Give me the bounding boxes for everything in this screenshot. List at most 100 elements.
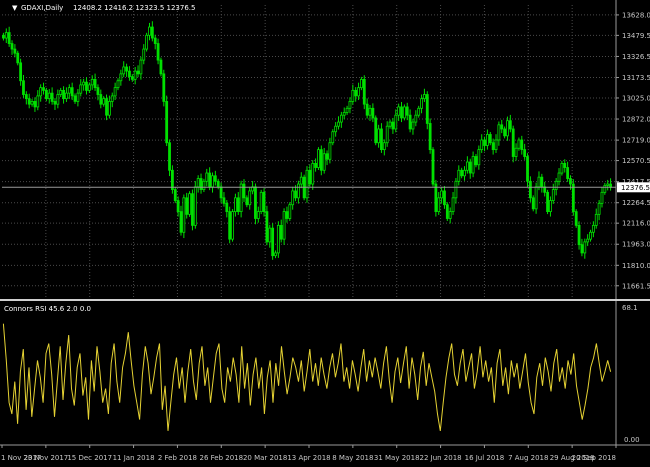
candle-body — [437, 197, 441, 213]
candle-body — [557, 172, 561, 182]
candle — [365, 98, 369, 119]
candle — [85, 77, 88, 95]
candle-body — [325, 153, 329, 160]
candle-body — [153, 37, 157, 44]
candle-body — [311, 162, 315, 185]
price-tick-label: 13025.0 — [622, 94, 650, 102]
candle-body — [27, 98, 31, 105]
candle-body — [170, 169, 174, 190]
candle-body — [271, 227, 275, 257]
candle-body — [128, 70, 131, 78]
candle — [423, 88, 426, 102]
candle-body — [514, 147, 518, 157]
candle — [402, 104, 406, 121]
candle-body — [589, 231, 592, 240]
candle — [554, 177, 558, 196]
candle-body — [213, 175, 217, 182]
candle-body — [24, 94, 28, 100]
candle-body — [73, 95, 77, 102]
candle — [457, 165, 461, 186]
candle-body — [291, 190, 295, 206]
candle — [577, 221, 581, 250]
candle — [76, 89, 80, 107]
candle — [93, 73, 97, 91]
candle — [583, 238, 587, 259]
candle-body — [156, 43, 160, 61]
candle-body — [488, 134, 492, 144]
candle — [477, 145, 481, 170]
x-axis: 1 Nov 201723 Nov 2017 15 Dec 2017 11 Jan 2… — [0, 444, 650, 462]
candle — [62, 86, 65, 104]
candle — [305, 166, 309, 203]
price-tick-label: 12570.5 — [622, 157, 650, 165]
candle — [377, 124, 380, 148]
rsi-pane: 68.1 0.00 — [2, 304, 640, 444]
candle — [491, 138, 495, 155]
candle — [334, 122, 338, 137]
time-tick-label: 13 Apr 2018 — [287, 454, 330, 462]
candle-body — [79, 84, 83, 94]
candle — [474, 154, 478, 168]
candle-body — [394, 114, 398, 130]
candle-body — [569, 178, 572, 185]
candle — [150, 21, 154, 42]
candle-body — [139, 59, 143, 75]
candle-body — [145, 34, 149, 50]
candle-body — [549, 200, 552, 213]
candle-body — [371, 107, 375, 119]
candle — [19, 58, 23, 86]
candle-body — [67, 87, 71, 94]
candle — [448, 207, 452, 224]
candle-body — [234, 197, 237, 213]
candle-body — [162, 73, 166, 102]
candle — [256, 206, 260, 223]
candle — [440, 187, 444, 204]
candle — [494, 134, 498, 153]
candle — [603, 182, 607, 195]
candle — [30, 98, 34, 107]
candle-body — [105, 98, 108, 116]
candle-body — [566, 167, 570, 179]
candle-body — [397, 106, 401, 116]
candle-body — [391, 121, 395, 130]
candle-body — [216, 180, 220, 188]
candle — [231, 209, 234, 242]
candle-body — [62, 89, 65, 100]
candle — [16, 50, 20, 66]
candle-body — [314, 162, 317, 168]
candle — [563, 159, 567, 173]
candle-body — [196, 178, 200, 188]
candle-body — [96, 87, 100, 95]
candle — [311, 160, 315, 190]
time-tick-label: 22 Jun 2018 — [420, 454, 462, 462]
candle — [70, 82, 74, 101]
candle — [82, 78, 86, 91]
candle — [357, 82, 360, 101]
candle — [571, 179, 575, 216]
candle-body — [279, 224, 283, 240]
candle-body — [228, 211, 232, 240]
candle-body — [90, 78, 94, 86]
time-tick-label: 20 Sep 2018 — [572, 454, 616, 462]
candle-body — [606, 183, 610, 186]
candle-body — [374, 117, 378, 144]
candle — [188, 191, 191, 217]
candle-body — [486, 134, 489, 146]
candle — [428, 118, 432, 154]
candle-body — [351, 89, 355, 102]
candle — [193, 181, 197, 229]
symbol-label[interactable]: GDAXI,Daily — [21, 4, 63, 12]
candle — [59, 87, 63, 98]
time-tick-label: 23 Nov 2017 — [23, 454, 68, 462]
candle — [388, 119, 392, 129]
candle-body — [276, 224, 280, 254]
candle-body — [445, 204, 449, 219]
candle-body — [477, 149, 481, 166]
candle-body — [268, 227, 272, 243]
candle-body — [520, 139, 524, 151]
candle — [182, 194, 186, 239]
candle-body — [388, 121, 392, 127]
candle-body — [586, 238, 590, 243]
candle — [205, 168, 209, 187]
symbol-dropdown-icon[interactable]: ▼ — [12, 4, 18, 12]
